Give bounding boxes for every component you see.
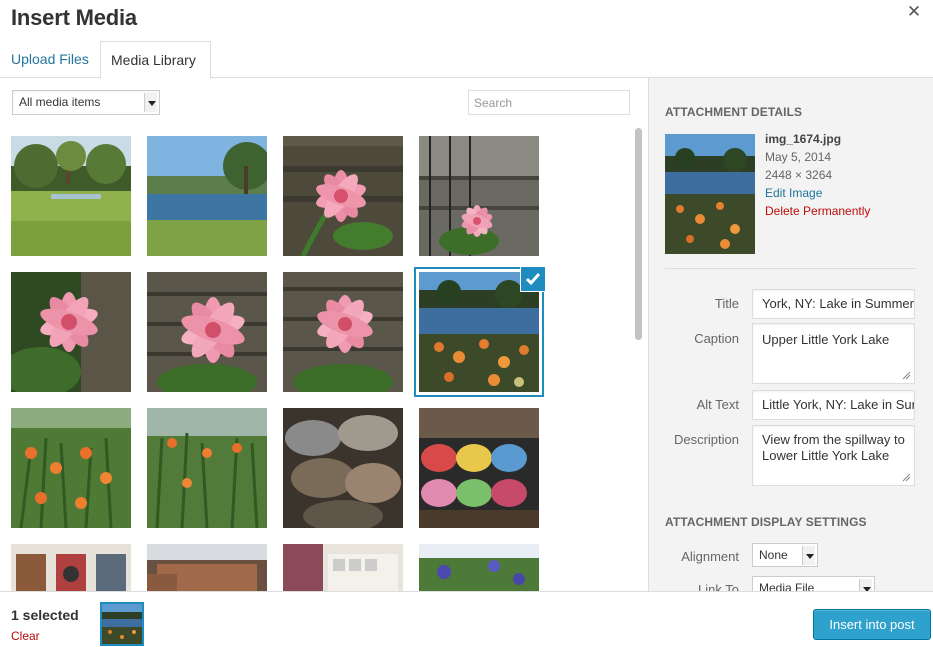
attachment-details-heading: Attachment Details <box>665 105 803 119</box>
grid-scrollbar[interactable] <box>634 128 643 591</box>
attachment-details-sidebar: Attachment Details img_1674.jpg May 5, 2… <box>648 78 933 591</box>
media-item-10[interactable] <box>147 408 267 528</box>
media-item-11[interactable] <box>283 408 403 528</box>
media-filter-value: All media items <box>19 95 101 109</box>
selection-count: 1 selected <box>11 607 79 623</box>
media-tabs: Upload Files Media Library <box>0 41 933 79</box>
close-icon[interactable]: ✕ <box>901 2 927 24</box>
title-label: Title <box>714 296 739 311</box>
alignment-label: Alignment <box>681 549 739 564</box>
media-item-7[interactable] <box>283 272 403 392</box>
chevron-down-icon <box>144 93 157 112</box>
description-value: View from the spillway to Lower Little Y… <box>762 432 905 463</box>
media-item-13[interactable] <box>11 544 131 591</box>
delete-permanently-link[interactable]: Delete Permanently <box>765 202 870 220</box>
media-footer: 1 selected Clear Insert into post <box>0 591 933 647</box>
link-to-label: Link To <box>698 582 739 591</box>
media-item-5[interactable] <box>11 272 131 392</box>
attachment-date: May 5, 2014 <box>765 150 832 164</box>
description-label: Description <box>673 432 739 447</box>
tab-upload-files[interactable]: Upload Files <box>1 41 99 78</box>
chevron-down-icon <box>802 546 815 565</box>
media-item-2[interactable] <box>147 136 267 256</box>
sidebar-divider <box>665 268 916 269</box>
alt-text-label: Alt Text <box>696 397 739 412</box>
resize-handle-icon[interactable] <box>902 371 911 380</box>
media-item-1[interactable] <box>11 136 131 256</box>
search-input[interactable] <box>468 90 630 115</box>
alt-text-field[interactable]: Little York, NY: Lake in Sur <box>752 390 915 420</box>
selected-attachment-thumb[interactable] <box>100 602 144 646</box>
alignment-value: None <box>759 548 788 562</box>
display-settings-heading: Attachment Display Settings <box>665 515 867 529</box>
attachment-filename: img_1674.jpg <box>765 132 842 146</box>
attachment-info: img_1674.jpg May 5, 2014 2448 × 3264 Edi… <box>765 130 870 220</box>
media-item-9[interactable] <box>11 408 131 528</box>
clear-selection-link[interactable]: Clear <box>11 629 40 643</box>
caption-label: Caption <box>694 331 739 346</box>
alignment-select[interactable]: None <box>752 543 818 567</box>
modal-title: Insert Media <box>11 5 137 30</box>
selected-checkmark-icon[interactable] <box>520 266 546 292</box>
chevron-down-icon <box>859 579 872 591</box>
media-item-6[interactable] <box>147 272 267 392</box>
link-to-select[interactable]: Media File <box>752 576 875 591</box>
attachment-preview <box>665 134 755 254</box>
edit-image-link[interactable]: Edit Image <box>765 184 870 202</box>
attachment-dimensions: 2448 × 3264 <box>765 168 833 182</box>
media-grid <box>0 127 648 591</box>
media-item-12[interactable] <box>419 408 539 528</box>
media-item-15[interactable] <box>283 544 403 591</box>
caption-field[interactable]: Upper Little York Lake <box>752 323 915 384</box>
tab-media-library[interactable]: Media Library <box>100 41 211 79</box>
title-field[interactable]: York, NY: Lake in Summer <box>752 289 915 319</box>
media-item-14[interactable] <box>147 544 267 591</box>
media-item-3[interactable] <box>283 136 403 256</box>
media-filter-select[interactable]: All media items <box>12 90 160 115</box>
insert-into-post-button[interactable]: Insert into post <box>813 609 931 640</box>
link-to-value: Media File <box>759 581 815 591</box>
caption-value: Upper Little York Lake <box>762 332 890 347</box>
resize-handle-icon[interactable] <box>902 473 911 482</box>
media-item-16[interactable] <box>419 544 539 591</box>
media-item-4[interactable] <box>419 136 539 256</box>
scrollbar-thumb[interactable] <box>635 128 642 340</box>
description-field[interactable]: View from the spillway to Lower Little Y… <box>752 425 915 486</box>
